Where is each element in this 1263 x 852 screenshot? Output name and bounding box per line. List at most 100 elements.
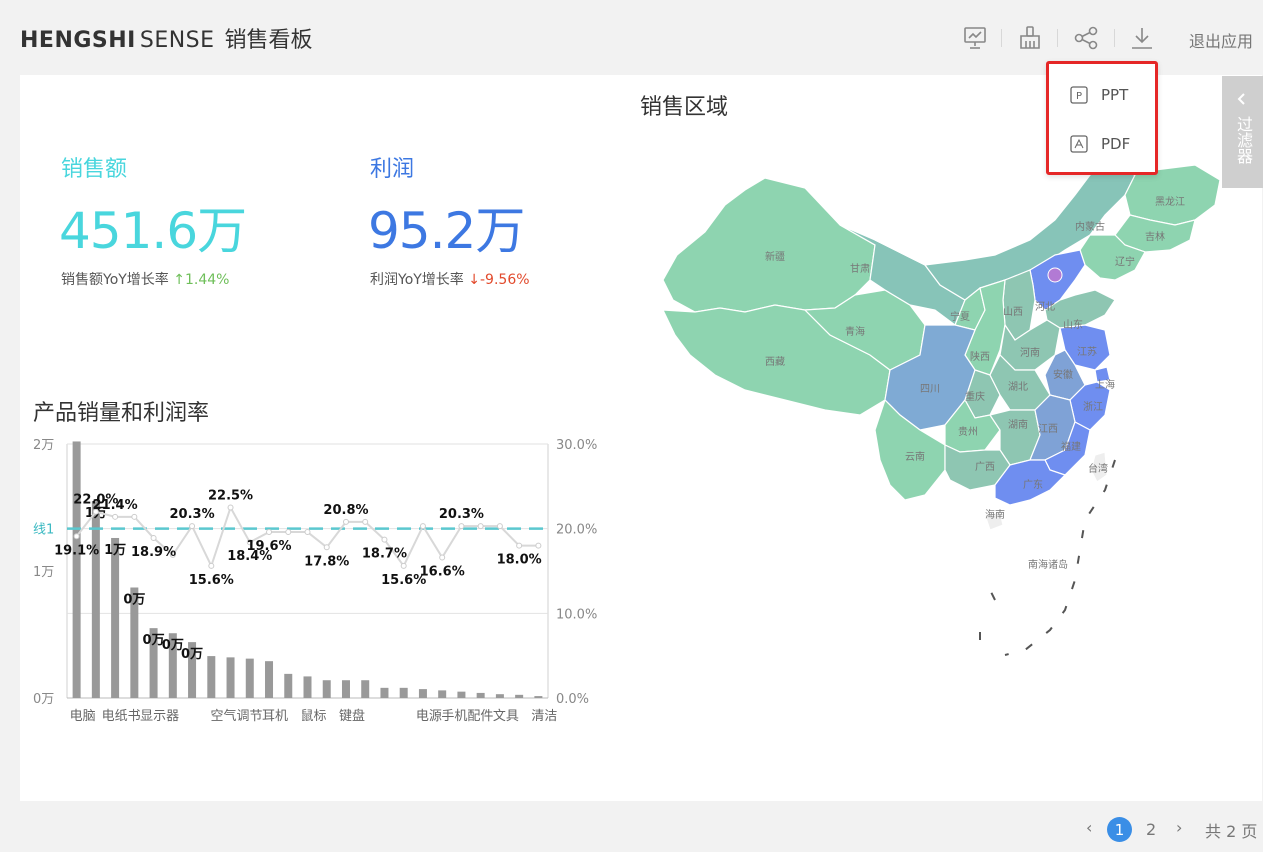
- share-button[interactable]: [1072, 24, 1100, 52]
- x-tick-label: 电源: [416, 709, 442, 724]
- line-data-label: 18.9%: [131, 545, 176, 560]
- line-data-label: 18.7%: [362, 547, 407, 562]
- sales-kpi-value: 451.6万: [59, 202, 247, 260]
- line-data-label: 19.1%: [54, 543, 99, 558]
- line-point: [381, 536, 388, 543]
- chart-title: 产品销量和利润率: [33, 401, 210, 426]
- chart-bar: [534, 696, 543, 698]
- map-label: 吉林: [1145, 230, 1165, 243]
- map-label: 河北: [1035, 301, 1055, 313]
- line-data-label: 20.3%: [439, 507, 484, 522]
- profit-yoy-label: 利润YoY增长率: [370, 272, 464, 288]
- line-data-label: 17.8%: [304, 554, 349, 569]
- profit-yoy: 利润YoY增长率 ↓-9.56%: [370, 269, 530, 289]
- china-sales-map[interactable]: 新疆 西藏 甘肃 青海 内蒙古 黑龙江 吉林 辽宁 宁夏 山西 河北 山东 陕西…: [635, 160, 1235, 680]
- dashboard-title: 销售看板: [224, 28, 313, 53]
- line-data-label: 22.5%: [208, 489, 253, 504]
- bar-data-label: 1万: [104, 543, 126, 558]
- filter-panel-toggle[interactable]: 过滤器: [1222, 76, 1263, 188]
- export-pdf-label: PDF: [1101, 135, 1131, 153]
- map-label: 福建: [1061, 440, 1081, 453]
- map-region-beijing[interactable]: [1047, 267, 1063, 283]
- export-ppt-item[interactable]: P PPT: [1069, 83, 1128, 107]
- line-point: [516, 542, 523, 549]
- prev-page-button[interactable]: ‹: [1086, 818, 1092, 837]
- map-label: 甘肃: [850, 262, 870, 275]
- map-label: 广西: [975, 461, 995, 473]
- map-label: 山东: [1063, 318, 1083, 331]
- chart-bar: [341, 680, 350, 698]
- ppt-icon: P: [1069, 85, 1089, 105]
- y-left-tick-label: 1万: [33, 565, 54, 580]
- arrow-down-icon: ↓: [468, 272, 480, 288]
- download-button[interactable]: [1128, 24, 1156, 52]
- map-label: 云南: [905, 450, 925, 463]
- map-label: 广东: [1023, 478, 1043, 491]
- x-tick-label: 显示器: [140, 709, 179, 724]
- profit-kpi-value: 95.2万: [368, 202, 525, 260]
- line-data-label: 18.0%: [497, 553, 542, 568]
- x-tick-label: 手机配件: [441, 709, 493, 724]
- map-region-xinjiang[interactable]: [662, 177, 876, 313]
- line-point: [535, 542, 542, 549]
- line-point: [150, 534, 157, 541]
- map-label: 湖南: [1008, 418, 1028, 431]
- line-point: [304, 529, 311, 536]
- share-icon: [1074, 26, 1098, 50]
- map-label: 南海诸岛: [1028, 558, 1068, 571]
- line-point: [400, 562, 407, 569]
- chart-bar: [438, 690, 447, 698]
- chart-bar: [111, 537, 120, 698]
- map-label: 重庆: [965, 390, 985, 403]
- map-label: 陕西: [970, 350, 990, 363]
- line-data-label: 16.6%: [420, 564, 465, 579]
- bar-data-label: 0万: [181, 647, 203, 662]
- brand-sense: SENSE: [139, 28, 215, 53]
- sales-yoy-value: 1.44%: [185, 272, 230, 288]
- profit-yoy-value: -9.56%: [480, 272, 530, 288]
- clean-button[interactable]: [1016, 24, 1044, 52]
- y-right-tick-label: 20.0%: [556, 523, 597, 538]
- line-point: [266, 529, 273, 536]
- page-current[interactable]: 1: [1107, 817, 1132, 842]
- map-title: 销售区域: [640, 95, 729, 120]
- line-point: [208, 562, 215, 569]
- chart-bar: [380, 687, 389, 698]
- map-label: 江苏: [1077, 345, 1097, 358]
- page-2-button[interactable]: 2: [1146, 820, 1156, 839]
- map-label: 新疆: [765, 250, 785, 263]
- chart-bar: [515, 694, 524, 698]
- y-right-tick-label: 0.0%: [556, 692, 589, 707]
- product-sales-profit-chart[interactable]: 0.0%10.0%20.0%30.0%0万1万2万1万1万0万0万0万0万线11…: [20, 430, 610, 740]
- arrow-up-icon: ↑: [173, 272, 185, 288]
- profit-kpi-label: 利润: [370, 157, 415, 182]
- x-tick-label: 耳机: [262, 709, 288, 724]
- sales-yoy: 销售额YoY增长率 ↑1.44%: [61, 269, 229, 289]
- next-page-button[interactable]: ›: [1176, 818, 1182, 837]
- map-label: 青海: [845, 325, 865, 338]
- present-button[interactable]: [961, 24, 989, 52]
- chart-bar: [418, 689, 427, 698]
- map-label: 河南: [1020, 346, 1040, 359]
- chart-bar: [72, 441, 81, 698]
- chart-bar: [303, 676, 312, 698]
- line-point: [189, 523, 196, 530]
- line-point: [73, 533, 80, 540]
- chart-bar: [226, 657, 235, 698]
- toolbar-divider: [1114, 29, 1115, 47]
- line-point: [112, 513, 119, 520]
- brush-icon: [1020, 26, 1040, 49]
- chart-bar: [265, 661, 274, 698]
- export-pdf-item[interactable]: PDF: [1069, 132, 1130, 156]
- x-tick-label: 鼠标: [300, 709, 326, 724]
- exit-app-link[interactable]: 退出应用: [1189, 28, 1253, 52]
- map-label: 山西: [1003, 306, 1023, 318]
- line-data-label: 15.6%: [189, 573, 234, 588]
- line-point: [362, 518, 369, 525]
- download-icon: [1132, 28, 1152, 49]
- presentation-icon: [964, 27, 986, 49]
- chart-bar: [284, 673, 293, 698]
- line-data-label: 20.8%: [323, 503, 368, 518]
- x-tick-label: 清洁: [531, 709, 557, 724]
- export-ppt-label: PPT: [1101, 86, 1129, 104]
